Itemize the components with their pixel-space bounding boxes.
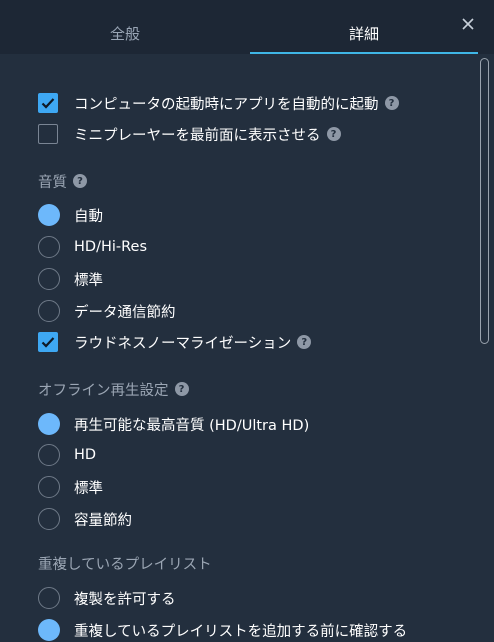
option-label: 複製を許可する bbox=[74, 591, 176, 608]
duplicate-playlists-title: 重複しているプレイリスト bbox=[38, 556, 212, 573]
radio-button[interactable] bbox=[38, 236, 60, 258]
offline-playback-title: オフライン再生設定 bbox=[38, 382, 169, 399]
audio-quality-option-auto[interactable]: 自動 bbox=[38, 203, 103, 227]
offline-option-space-saver[interactable]: 容量節約 bbox=[38, 507, 132, 531]
radio-button[interactable] bbox=[38, 413, 60, 435]
launch-on-startup-checkbox[interactable] bbox=[38, 93, 58, 113]
option-label: 自動 bbox=[74, 208, 103, 225]
option-label: 重複しているプレイリストを追加する前に確認する bbox=[74, 623, 408, 640]
audio-quality-title: 音質 bbox=[38, 174, 67, 191]
offline-playback-heading: オフライン再生設定 ? bbox=[38, 379, 189, 399]
radio-button[interactable] bbox=[38, 444, 60, 466]
mini-player-on-top-label: ミニプレーヤーを最前面に表示させる bbox=[74, 127, 321, 144]
launch-on-startup-label: コンピュータの起動時にアプリを自動的に起動 bbox=[74, 96, 379, 113]
audio-quality-option-data-saver[interactable]: データ通信節約 bbox=[38, 299, 176, 323]
close-icon bbox=[462, 18, 474, 30]
option-label: 標準 bbox=[74, 480, 103, 497]
audio-quality-option-hd[interactable]: HD/Hi-Res bbox=[38, 235, 147, 259]
duplicates-option-confirm[interactable]: 重複しているプレイリストを追加する前に確認する bbox=[38, 618, 407, 642]
loudness-normalization-option[interactable]: ラウドネスノーマライゼーション ? bbox=[38, 330, 312, 354]
audio-quality-heading: 音質 ? bbox=[38, 171, 87, 191]
radio-button[interactable] bbox=[38, 204, 60, 226]
radio-button[interactable] bbox=[38, 300, 60, 322]
help-icon[interactable]: ? bbox=[326, 127, 341, 141]
scrollbar-thumb[interactable] bbox=[480, 58, 489, 344]
radio-button[interactable] bbox=[38, 476, 60, 498]
radio-button[interactable] bbox=[38, 587, 60, 609]
active-tab-indicator bbox=[250, 52, 478, 54]
launch-on-startup-option[interactable]: コンピュータの起動時にアプリを自動的に起動 ? bbox=[38, 91, 399, 115]
help-icon[interactable]: ? bbox=[384, 96, 399, 110]
option-label: 容量節約 bbox=[74, 512, 132, 529]
option-label: HD bbox=[74, 447, 97, 463]
offline-option-best-quality[interactable]: 再生可能な最高音質 (HD/Ultra HD) bbox=[38, 412, 309, 436]
radio-button[interactable] bbox=[38, 619, 60, 641]
help-icon[interactable]: ? bbox=[73, 174, 87, 188]
offline-option-standard[interactable]: 標準 bbox=[38, 475, 103, 499]
checkmark-icon bbox=[41, 337, 55, 348]
option-label: 再生可能な最高音質 (HD/Ultra HD) bbox=[74, 417, 310, 434]
mini-player-on-top-option[interactable]: ミニプレーヤーを最前面に表示させる ? bbox=[38, 122, 341, 146]
mini-player-on-top-checkbox[interactable] bbox=[38, 124, 58, 144]
offline-option-hd[interactable]: HD bbox=[38, 443, 96, 467]
option-label: 標準 bbox=[74, 272, 103, 289]
loudness-normalization-label: ラウドネスノーマライゼーション bbox=[74, 335, 292, 352]
scrollbar[interactable] bbox=[476, 56, 492, 640]
close-button[interactable] bbox=[456, 12, 480, 36]
radio-button[interactable] bbox=[38, 508, 60, 530]
radio-button[interactable] bbox=[38, 268, 60, 290]
duplicate-playlists-heading: 重複しているプレイリスト bbox=[38, 553, 212, 573]
checkmark-icon bbox=[41, 98, 55, 109]
help-icon[interactable]: ? bbox=[174, 382, 189, 396]
duplicates-option-allow[interactable]: 複製を許可する bbox=[38, 586, 176, 610]
tab-advanced[interactable]: 詳細 bbox=[250, 0, 478, 54]
option-label: HD/Hi-Res bbox=[74, 239, 148, 255]
tab-general[interactable]: 全般 bbox=[0, 0, 250, 54]
tab-bar: 全般 詳細 bbox=[0, 0, 494, 54]
loudness-normalization-checkbox[interactable] bbox=[38, 332, 58, 352]
option-label: データ通信節約 bbox=[74, 304, 176, 321]
help-icon[interactable]: ? bbox=[297, 335, 312, 349]
audio-quality-option-standard[interactable]: 標準 bbox=[38, 267, 103, 291]
